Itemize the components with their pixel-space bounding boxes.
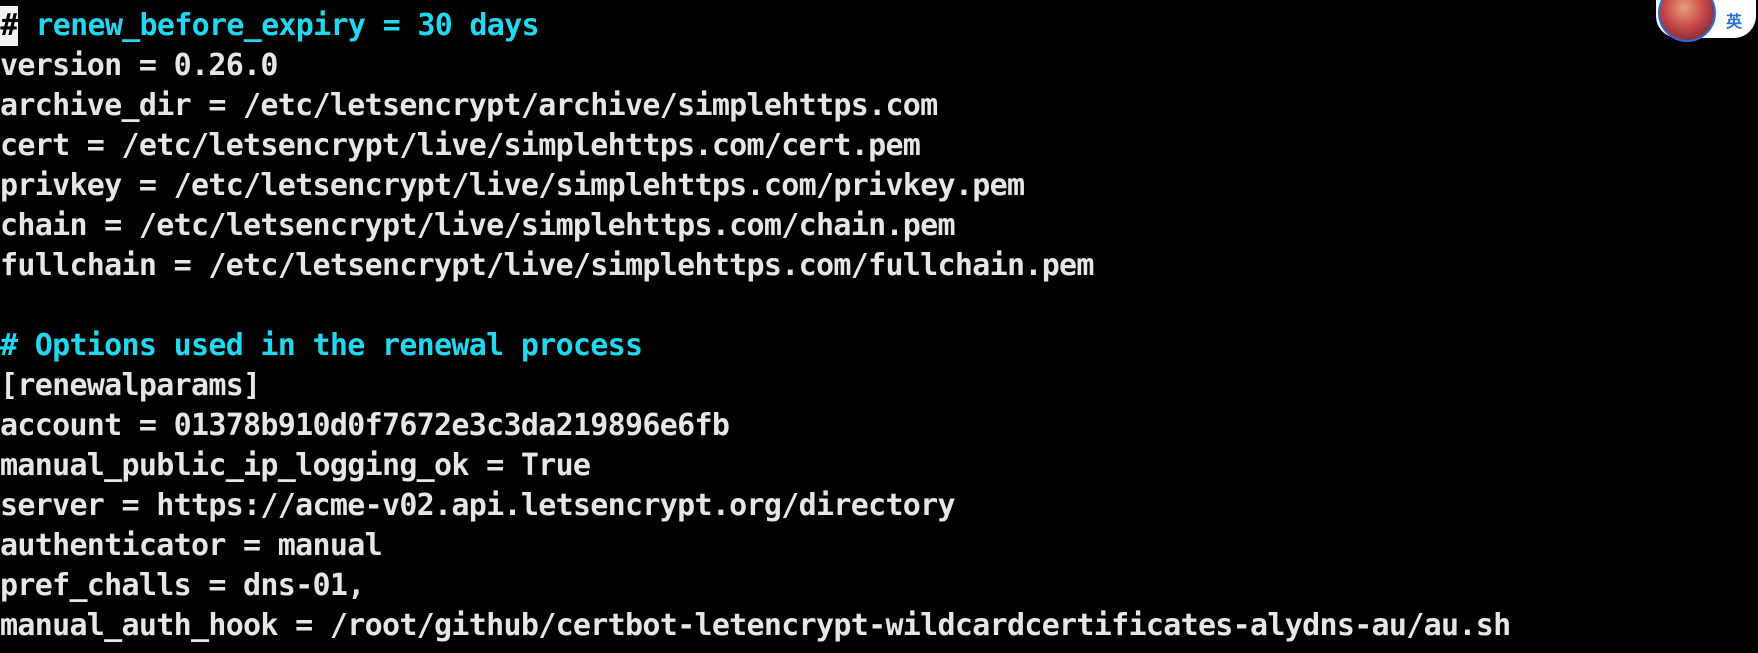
terminal-line: authenticator = manual (0, 528, 383, 563)
terminal-line: [renewalparams] (0, 368, 261, 403)
terminal-line: manual_auth_hook = /root/github/certbot-… (0, 608, 1511, 643)
terminal-line: chain = /etc/letsencrypt/live/simplehttp… (0, 208, 956, 243)
terminal-line: server = https://acme-v02.api.letsencryp… (0, 488, 956, 523)
terminal-line: archive_dir = /etc/letsencrypt/archive/s… (0, 88, 938, 123)
terminal-line-comment: # Options used in the renewal process (0, 328, 643, 363)
terminal-line: account = 01378b910d0f7672e3c3da219896e6… (0, 408, 730, 443)
terminal-line: manual_public_ip_logging_ok = True (0, 448, 591, 483)
ime-language-label[interactable]: 英 (1726, 8, 1742, 32)
line-text: renew_before_expiry = 30 days (35, 8, 539, 43)
terminal-line: fullchain = /etc/letsencrypt/live/simple… (0, 248, 1094, 283)
terminal-line: version = 0.26.0 (0, 48, 278, 83)
terminal-line: pref_challs = dns-01, (0, 568, 365, 603)
terminal-window[interactable]: # renew_before_expiry = 30 days version … (0, 6, 1758, 653)
ime-language-indicator[interactable]: 英 (1656, 0, 1756, 42)
terminal-line: cert = /etc/letsencrypt/live/simplehttps… (0, 128, 921, 163)
terminal-line: privkey = /etc/letsencrypt/live/simpleht… (0, 168, 1025, 203)
terminal-line: # renew_before_expiry = 30 days (0, 6, 1758, 46)
text-cursor: # (0, 6, 18, 46)
